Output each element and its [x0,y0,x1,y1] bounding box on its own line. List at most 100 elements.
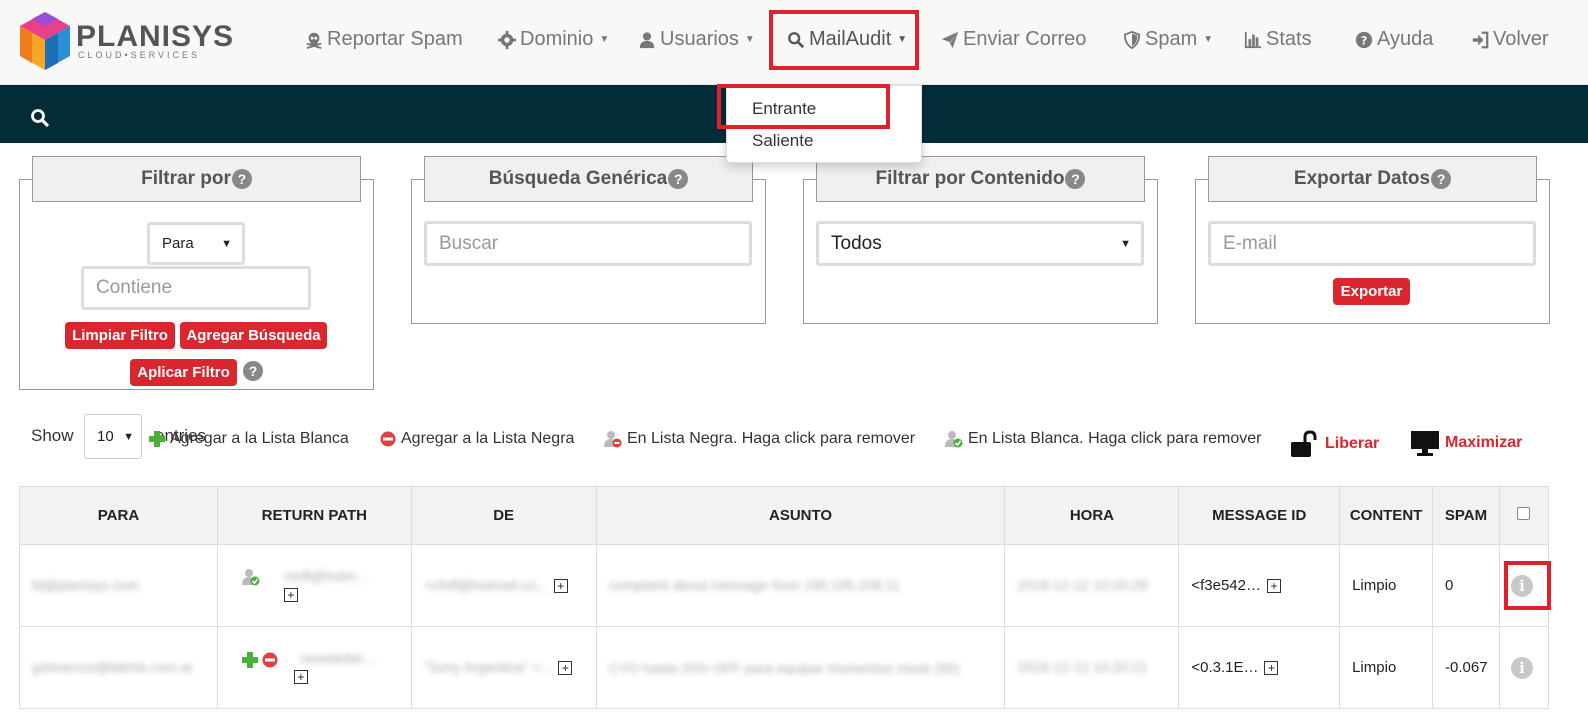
help-icon[interactable]: ? [668,169,689,189]
help-icon[interactable]: ? [243,361,263,381]
nav-spam-label: Spam [1145,28,1198,50]
col-header-message-id[interactable]: MESSAGE ID [1178,486,1341,545]
legend-add-whitelist-label: Agregar a la Lista Blanca [170,430,349,447]
sign-in-icon [1472,31,1489,48]
message-id-value: <f3e542… [1191,577,1261,594]
export-button[interactable]: Exportar [1333,278,1410,305]
planisys-logo[interactable]: PLANISYS CLOUD•SERVICES [18,10,238,74]
col-header-hora[interactable]: HORA [1004,486,1180,545]
contains-input[interactable]: Contiene [81,266,311,310]
help-icon[interactable]: ? [1431,169,1452,189]
shield-icon [1123,30,1141,49]
col-header-spam[interactable]: SPAM [1432,486,1500,545]
export-email-placeholder: E-mail [1223,232,1277,254]
info-highlight-box [1504,561,1551,610]
select-all-checkbox[interactable] [1517,507,1531,520]
message-id-value: <0.3.1E… [1191,659,1259,676]
generic-search-header: Búsqueda Genérica? [424,156,753,202]
release-label: Liberar [1325,435,1380,452]
user-icon [639,31,655,48]
nav-stats[interactable]: Stats [1244,28,1312,51]
info-icon[interactable]: i [1510,656,1533,679]
cube-logo-icon [20,12,70,70]
legend-add-blacklist: Agregar a la Lista Negra [380,430,574,448]
user-approved-icon [945,431,963,448]
nav-help[interactable]: ? Ayuda [1355,28,1433,51]
generic-search-title: Búsqueda Genérica [488,168,668,189]
nav-spam[interactable]: Spam ▼ [1123,28,1213,51]
page-size-select[interactable]: 10 ▼ [84,414,142,459]
cell-content: Limpio [1339,626,1434,709]
incoming-highlight-box [717,84,890,129]
select-all-cell [1498,486,1550,545]
nav-domain-label: Dominio [520,28,594,50]
chevron-down-icon: ▼ [599,34,610,45]
add-search-button[interactable]: Agregar Búsqueda [180,322,327,349]
chevron-down-icon: ▼ [221,237,232,250]
expand-icon[interactable]: + [1266,579,1281,594]
page-size-value: 10 [97,428,114,445]
generic-search-input[interactable]: Buscar [424,221,752,266]
nav-report-spam[interactable]: Reportar Spam [305,28,463,51]
legend-add-whitelist: Agregar a la Lista Blanca [149,430,349,448]
chevron-down-icon: ▼ [1120,237,1131,250]
col-header-para[interactable]: PARA [19,486,218,545]
mailaudit-highlight-box [769,10,919,70]
minus-red-icon[interactable] [262,652,278,668]
chevron-down-icon: ▼ [744,34,755,45]
cell-message-id: <f3e542… + [1178,544,1341,627]
maximize-button[interactable]: Maximizar [1410,430,1522,456]
cell-return-path: ctoff@hotm... + [216,544,412,627]
content-value: Limpio [1352,577,1397,594]
nav-stats-label: Stats [1266,28,1312,50]
menu-item-outgoing[interactable]: Saliente [752,131,813,151]
nav-back[interactable]: Volver [1471,28,1549,51]
skull-icon [306,32,322,49]
search-icon[interactable] [30,108,50,128]
content-filter-select[interactable]: Todos ▼ [816,221,1144,266]
apply-filter-button[interactable]: Aplicar Filtro [130,359,237,386]
cell-message-id: <0.3.1E… + [1178,626,1341,709]
nav-send-mail[interactable]: Enviar Correo [941,28,1086,51]
expand-icon[interactable]: + [1264,661,1279,676]
nav-back-label: Volver [1493,28,1549,50]
col-header-de[interactable]: DE [410,486,597,545]
release-button[interactable]: Liberar [1290,430,1379,458]
plus-green-icon[interactable] [241,651,258,668]
legend-add-blacklist-label: Agregar a la Lista Negra [401,430,575,447]
export-email-input[interactable]: E-mail [1208,221,1536,266]
monitor-icon [1411,431,1439,456]
paper-plane-icon [941,31,959,48]
expand-icon[interactable]: + [553,579,568,594]
help-icon[interactable]: ? [231,169,252,189]
legend-in-whitelist-label: En Lista Blanca. Haga click para remover [968,430,1262,447]
de-value: <cfoff@hotmail.co... [423,577,548,593]
top-navbar: PLANISYS CLOUD•SERVICES Reportar Spam Do… [0,0,1588,85]
expand-icon[interactable]: + [283,588,298,603]
help-icon[interactable]: ? [1065,169,1086,189]
col-header-return-path[interactable]: RETURN PATH [216,486,412,545]
legend-in-whitelist: En Lista Blanca. Haga click para remover [945,430,1261,448]
brand-name: PLANISYS [76,20,235,53]
bar-chart-icon [1244,31,1262,48]
col-header-content[interactable]: CONTENT [1339,486,1434,545]
hora-value: 2018-12-12 10:20:21 [1017,659,1148,675]
expand-icon[interactable]: + [558,661,573,676]
brand-tagline: CLOUD•SERVICES [78,50,201,60]
unlock-icon [1291,430,1317,457]
asunto-value: complaint about message from 190.195.108… [608,577,901,593]
filter-field-select[interactable]: Para ▼ [147,222,245,265]
expand-icon[interactable]: + [293,669,308,684]
user-approved-icon[interactable] [241,568,260,586]
clear-filter-button[interactable]: Limpiar Filtro [65,322,175,349]
nav-help-label: Ayuda [1377,28,1434,50]
nav-users[interactable]: Usuarios ▼ [638,28,755,51]
col-header-asunto[interactable]: ASUNTO [595,486,1006,545]
content-filter-value: Todos [831,232,882,254]
show-label: Show [31,426,74,445]
svg-text:?: ? [1361,33,1368,47]
content-filter-title: Filtrar por Contenido [875,168,1065,189]
gear-icon [498,30,516,49]
cell-para: gsimarcos@bitmls.com.ar [19,626,218,709]
nav-domain[interactable]: Dominio ▼ [498,28,609,51]
